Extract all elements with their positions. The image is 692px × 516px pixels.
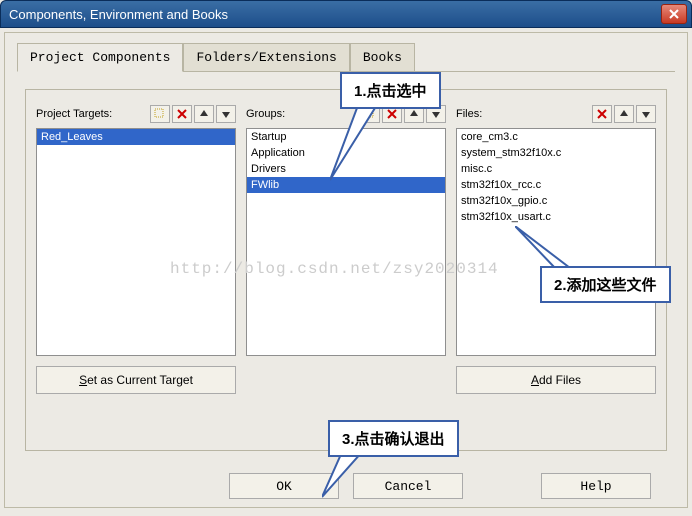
new-icon bbox=[154, 108, 166, 120]
help-button[interactable]: Help bbox=[541, 473, 651, 499]
list-item[interactable]: misc.c bbox=[457, 161, 655, 177]
list-item[interactable]: stm32f10x_usart.c bbox=[457, 209, 655, 225]
tabs: Project Components Folders/Extensions Bo… bbox=[5, 33, 687, 71]
targets-column: Project Targets: Red_Leaves Set as Curre… bbox=[36, 104, 236, 394]
list-item[interactable]: stm32f10x_rcc.c bbox=[457, 177, 655, 193]
close-icon bbox=[669, 9, 679, 19]
files-down-button[interactable] bbox=[636, 105, 656, 123]
arrow-down-icon bbox=[221, 109, 231, 119]
list-item[interactable]: stm32f10x_gpio.c bbox=[457, 193, 655, 209]
set-current-target-button[interactable]: Set as Current Target bbox=[36, 366, 236, 394]
callout-2: 2.添加这些文件 bbox=[540, 266, 671, 303]
list-item[interactable]: Red_Leaves bbox=[37, 129, 235, 145]
arrow-up-icon bbox=[199, 109, 209, 119]
callout-1-tail bbox=[330, 100, 390, 190]
callout-3: 3.点击确认退出 bbox=[328, 420, 459, 457]
targets-up-button[interactable] bbox=[194, 105, 214, 123]
callout-3-tail bbox=[322, 452, 382, 502]
arrow-up-icon bbox=[619, 109, 629, 119]
files-up-button[interactable] bbox=[614, 105, 634, 123]
delete-icon bbox=[177, 109, 187, 119]
list-item[interactable]: core_cm3.c bbox=[457, 129, 655, 145]
targets-delete-button[interactable] bbox=[172, 105, 192, 123]
tab-books[interactable]: Books bbox=[350, 43, 415, 71]
tab-folders-extensions[interactable]: Folders/Extensions bbox=[183, 43, 349, 71]
close-button[interactable] bbox=[661, 4, 687, 24]
tab-project-components[interactable]: Project Components bbox=[17, 43, 183, 72]
titlebar: Components, Environment and Books bbox=[0, 0, 692, 28]
callout-1: 1.点击选中 bbox=[340, 72, 441, 109]
targets-new-button[interactable] bbox=[150, 105, 170, 123]
targets-down-button[interactable] bbox=[216, 105, 236, 123]
arrow-up-icon bbox=[409, 109, 419, 119]
targets-list[interactable]: Red_Leaves bbox=[36, 128, 236, 356]
arrow-down-icon bbox=[641, 109, 651, 119]
add-files-button[interactable]: Add Files bbox=[456, 366, 656, 394]
arrow-down-icon bbox=[431, 109, 441, 119]
targets-label: Project Targets: bbox=[36, 108, 148, 120]
list-item[interactable]: system_stm32f10x.c bbox=[457, 145, 655, 161]
delete-icon bbox=[597, 109, 607, 119]
files-label: Files: bbox=[456, 108, 590, 120]
files-delete-button[interactable] bbox=[592, 105, 612, 123]
window-title: Components, Environment and Books bbox=[5, 7, 661, 22]
